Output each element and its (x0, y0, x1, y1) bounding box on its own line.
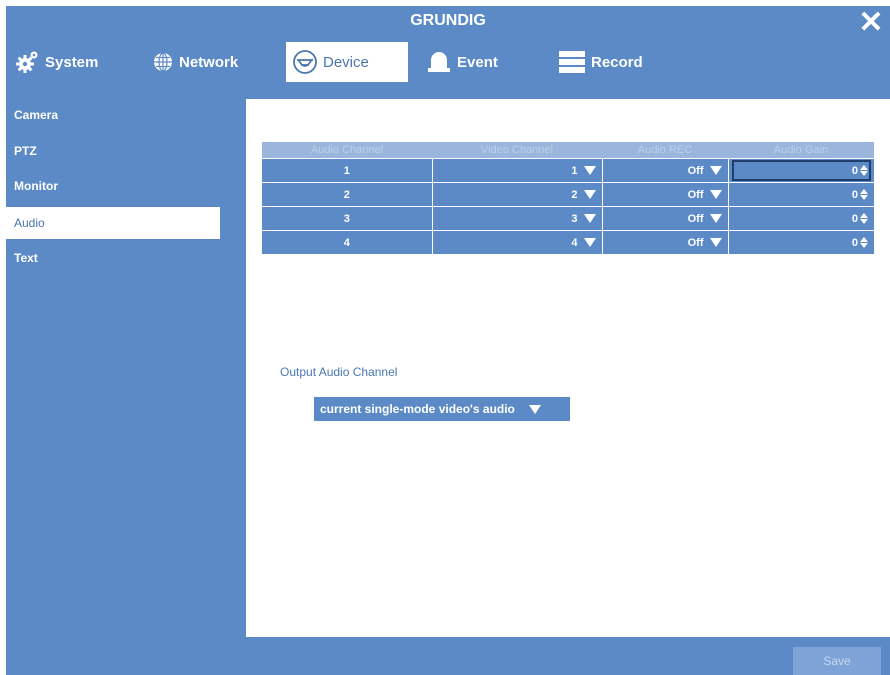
audio-gain-field[interactable]: 0 (727, 206, 874, 231)
video-channel-select[interactable]: 1 (431, 158, 602, 183)
dropdown-arrow-icon (583, 214, 596, 223)
spinner-icon[interactable] (860, 165, 868, 176)
gear-icon (14, 49, 40, 75)
audio-rec-select[interactable]: Off (601, 158, 728, 183)
table-row: 3 3 Off 0 (262, 206, 874, 231)
window-title: GRUNDIG (410, 12, 486, 29)
output-audio-channel-value: current single-mode video's audio (320, 402, 515, 416)
video-channel-value: 4 (571, 236, 578, 249)
table-header-row: Audio Channel Video Channel Audio REC Au… (262, 142, 874, 159)
audio-gain-field[interactable]: 0 (727, 182, 874, 207)
table-row: 2 2 Off 0 (262, 182, 874, 207)
table-row: 1 1 Off 0 (262, 158, 874, 183)
sidebar-item-monitor[interactable]: Monitor (6, 170, 220, 202)
dropdown-arrow-icon (583, 166, 596, 175)
audio-rec-value: Off (687, 236, 704, 249)
sidebar-item-camera[interactable]: Camera (6, 99, 220, 131)
audio-channel-cell: 4 (262, 230, 432, 254)
video-channel-value: 3 (571, 212, 578, 225)
dropdown-arrow-icon (709, 238, 722, 247)
header-video-channel: Video Channel (432, 142, 602, 159)
menu-label-device: Device (323, 53, 369, 71)
video-channel-select[interactable]: 2 (431, 182, 602, 207)
menu-label-network: Network (179, 53, 239, 71)
dropdown-arrow-icon (583, 238, 596, 247)
video-channel-select[interactable]: 3 (431, 206, 602, 231)
header-audio-channel: Audio Channel (262, 142, 432, 159)
video-channel-value: 2 (571, 188, 578, 201)
spinner-icon[interactable] (860, 237, 868, 248)
audio-rec-select[interactable]: Off (601, 206, 728, 231)
audio-gain-value: 0 (851, 188, 858, 201)
header-audio-gain: Audio Gain (728, 142, 874, 159)
audio-rec-value: Off (687, 164, 704, 177)
audio-gain-value: 0 (851, 212, 858, 225)
dropdown-arrow-icon (528, 404, 541, 414)
close-icon[interactable]: ✕ (856, 6, 886, 40)
menu-item-event[interactable]: Event (426, 42, 498, 82)
menu-item-record[interactable]: Record (558, 42, 643, 82)
audio-rec-value: Off (687, 212, 704, 225)
audio-rec-select[interactable]: Off (601, 182, 728, 207)
audio-rec-select[interactable]: Off (601, 230, 728, 254)
header-audio-rec: Audio REC (602, 142, 728, 159)
video-channel-select[interactable]: 4 (431, 230, 602, 254)
menu-label-event: Event (457, 53, 498, 71)
audio-rec-value: Off (687, 188, 704, 201)
audio-gain-field[interactable]: 0 (727, 230, 874, 254)
bell-icon (426, 48, 452, 76)
content-panel: Audio Channel Video Channel Audio REC Au… (246, 99, 890, 637)
dropdown-arrow-icon (709, 214, 722, 223)
save-button[interactable]: Save (793, 647, 881, 675)
list-icon (558, 49, 586, 75)
dropdown-arrow-icon (709, 190, 722, 199)
audio-channel-cell: 3 (262, 206, 432, 231)
settings-window: GRUNDIG ✕ System Network Device Event Re… (6, 6, 890, 675)
menu-label-record: Record (591, 53, 643, 71)
table-row: 4 4 Off 0 (262, 230, 874, 254)
output-audio-channel-label: Output Audio Channel (280, 365, 398, 379)
sidebar-item-audio[interactable]: Audio (6, 207, 220, 239)
sidebar-item-ptz[interactable]: PTZ (6, 135, 220, 167)
dropdown-arrow-icon (709, 166, 722, 175)
menu-item-device[interactable]: Device (286, 42, 408, 82)
globe-icon (152, 51, 174, 73)
audio-gain-field[interactable]: 0 (727, 158, 874, 183)
audio-gain-value: 0 (851, 164, 858, 177)
main-menu: System Network Device Event Record (6, 42, 890, 86)
dome-camera-icon (292, 49, 318, 75)
menu-label-system: System (45, 53, 99, 71)
spinner-icon[interactable] (860, 189, 868, 200)
audio-gain-value: 0 (851, 236, 858, 249)
spinner-icon[interactable] (860, 213, 868, 224)
output-audio-channel-select[interactable]: current single-mode video's audio (314, 397, 570, 421)
audio-table: Audio Channel Video Channel Audio REC Au… (262, 142, 874, 254)
audio-channel-cell: 1 (262, 158, 432, 183)
video-channel-value: 1 (571, 164, 578, 177)
menu-item-network[interactable]: Network (152, 42, 238, 82)
audio-channel-cell: 2 (262, 182, 432, 207)
sidebar-item-text[interactable]: Text (6, 242, 220, 274)
menu-item-system[interactable]: System (14, 42, 98, 82)
dropdown-arrow-icon (583, 190, 596, 199)
